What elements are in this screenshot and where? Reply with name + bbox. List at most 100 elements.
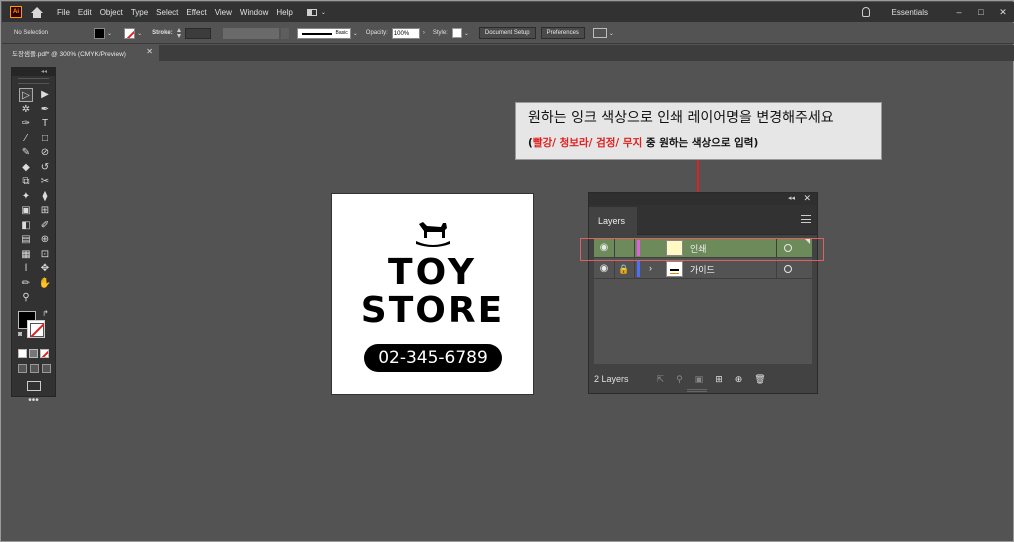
menu-type[interactable]: Type [131, 8, 148, 17]
rotate-tool-icon[interactable]: ↺ [38, 161, 52, 175]
visibility-eye-icon[interactable]: ◉ [598, 263, 610, 275]
stroke-dropdown-icon[interactable]: ⌄ [137, 30, 142, 37]
minimize-button[interactable]: – [954, 7, 964, 17]
arrange-documents-icon[interactable] [592, 28, 607, 38]
brush-dropdown-icon[interactable]: ⌄ [353, 30, 358, 37]
more-tools-icon[interactable]: ••• [12, 395, 55, 406]
style-dropdown-icon[interactable]: ⌄ [464, 30, 469, 37]
stroke-color-icon[interactable] [27, 319, 45, 338]
default-fill-stroke-icon[interactable]: ◙ [18, 331, 26, 339]
rectangle-tool-icon[interactable]: □ [38, 132, 52, 146]
workspace-switcher-icon[interactable]: ⌄ [306, 8, 326, 16]
paintbrush-tool-icon[interactable]: ✎ [19, 146, 33, 160]
expand-chevron-icon[interactable]: › [649, 263, 652, 273]
layers-panel-header[interactable]: ◂◂ ✕ [589, 193, 817, 205]
shaper-tool-icon[interactable]: ⊘ [38, 146, 52, 160]
stroke-weight-input[interactable] [184, 27, 211, 39]
menu-edit[interactable]: Edit [78, 8, 92, 17]
scale-tool-icon[interactable]: ⧉ [19, 175, 33, 189]
layers-collapse-icon[interactable]: ◂◂ [788, 194, 795, 202]
artboard[interactable]: TOY STORE 02-345-6789 [331, 193, 534, 395]
close-tab-icon[interactable]: ✕ [146, 47, 153, 56]
direct-selection-tool-icon[interactable]: ▶ [38, 88, 52, 102]
new-sublayer-icon[interactable]: ⊞ [715, 374, 723, 385]
stroke-spinner-icon[interactable] [176, 28, 182, 38]
tab-layers[interactable]: Layers [589, 207, 637, 235]
fill-swatch[interactable] [94, 27, 106, 39]
warp-tool-icon[interactable]: ✂ [38, 175, 52, 189]
trash-icon[interactable]: 🗑 [754, 374, 765, 385]
column-graph-tool-icon[interactable]: ▦ [19, 248, 33, 262]
opacity-input[interactable]: 100% [391, 27, 420, 39]
layers-menu-icon[interactable] [801, 215, 811, 223]
draw-inside-icon[interactable] [42, 363, 51, 373]
eraser-tool-icon[interactable]: ◆ [19, 161, 33, 175]
variable-width-dropdown[interactable] [280, 27, 289, 39]
stroke-label[interactable]: Stroke: [152, 30, 173, 36]
draw-normal-icon[interactable] [18, 363, 27, 373]
lasso-tool-icon[interactable]: ✒ [38, 103, 52, 117]
variable-width-field[interactable] [222, 27, 279, 39]
menu-view[interactable]: View [215, 8, 232, 17]
layer-name[interactable]: 가이드 [690, 263, 715, 276]
close-window-button[interactable]: ✕ [998, 7, 1008, 17]
pen-tool-icon[interactable]: ✑ [19, 117, 33, 131]
preferences-button[interactable]: Preferences [540, 27, 585, 39]
layers-close-icon[interactable]: ✕ [803, 193, 811, 204]
opacity-arrow-icon[interactable]: › [423, 30, 425, 36]
new-layer-icon[interactable]: ⊕ [735, 374, 743, 385]
export-icon[interactable]: ⇱ [657, 374, 665, 385]
pencil-tool-icon[interactable]: ✏ [19, 277, 33, 291]
swap-fill-stroke-icon[interactable]: ↱ [42, 309, 49, 318]
screen-mode-icon[interactable] [26, 380, 41, 391]
workspace-menu[interactable]: Essentials [892, 8, 928, 17]
layers-resize-grip[interactable] [687, 389, 707, 392]
document-setup-button[interactable]: Document Setup [478, 27, 536, 39]
document-tab[interactable]: 도장샘플.pdf* @ 300% (CMYK/Preview) ✕ [2, 45, 159, 61]
perspective-grid-tool-icon[interactable]: ▣ [19, 204, 33, 218]
layer-row-guide[interactable]: ◉ 🔒 › 가이드 [594, 259, 812, 279]
hand-tool-icon[interactable]: ✋ [38, 277, 52, 291]
shape-builder-tool-icon[interactable]: ⧫ [38, 190, 52, 204]
menu-file[interactable]: File [57, 8, 70, 17]
zoom-tool-icon[interactable]: ⚲ [19, 291, 33, 305]
stroke-swatch[interactable] [124, 27, 136, 39]
home-icon[interactable] [31, 6, 43, 18]
magic-wand-tool-icon[interactable]: ✲ [19, 103, 33, 117]
clipping-mask-icon[interactable]: ▣ [695, 374, 704, 385]
tools-collapse-icon[interactable]: ◂◂ [12, 68, 55, 76]
menu-help[interactable]: Help [276, 8, 292, 17]
gradient-tool-icon[interactable]: ◧ [19, 219, 33, 233]
eyedropper-tool-icon[interactable]: ✐ [38, 219, 52, 233]
tools-grip[interactable] [18, 78, 49, 84]
menu-select[interactable]: Select [156, 8, 178, 17]
blend-tool-icon[interactable]: ▤ [19, 233, 33, 247]
selection-tool-icon[interactable]: ▷ [19, 88, 33, 102]
none-mode-icon[interactable] [40, 348, 49, 358]
brush-definition[interactable]: Basic [296, 27, 351, 39]
layer-target-icon[interactable] [784, 265, 792, 273]
style-swatch[interactable] [451, 28, 462, 38]
menu-effect[interactable]: Effect [186, 8, 206, 17]
mesh-tool-icon[interactable]: ⊞ [38, 204, 52, 218]
locate-object-icon[interactable]: ⚲ [676, 374, 683, 385]
draw-behind-icon[interactable] [30, 363, 39, 373]
gradient-mode-icon[interactable] [29, 348, 38, 358]
lightbulb-icon[interactable] [861, 7, 870, 17]
line-tool-icon[interactable]: ⁄ [19, 132, 33, 146]
maximize-button[interactable]: □ [976, 7, 986, 17]
free-transform-tool-icon[interactable]: ✦ [19, 190, 33, 204]
color-mode-icon[interactable] [18, 348, 27, 358]
slice-tool-icon[interactable]: ⅼ [19, 262, 33, 276]
callout-main-text: 원하는 잉크 색상으로 인쇄 레이어명을 변경해주세요 [528, 110, 834, 126]
symbol-sprayer-tool-icon[interactable]: ⊕ [38, 233, 52, 247]
puppet-warp-tool-icon[interactable]: ✥ [38, 262, 52, 276]
menu-window[interactable]: Window [240, 8, 268, 17]
arrange-dropdown-icon[interactable]: ⌄ [609, 30, 614, 37]
artboard-tool-icon[interactable]: ⊡ [38, 248, 52, 262]
fill-dropdown-icon[interactable]: ⌄ [107, 30, 112, 37]
lock-icon[interactable]: 🔒 [618, 263, 629, 275]
opacity-label[interactable]: Opacity: [366, 30, 388, 36]
menu-object[interactable]: Object [100, 8, 123, 17]
type-tool-icon[interactable]: T [38, 117, 52, 131]
